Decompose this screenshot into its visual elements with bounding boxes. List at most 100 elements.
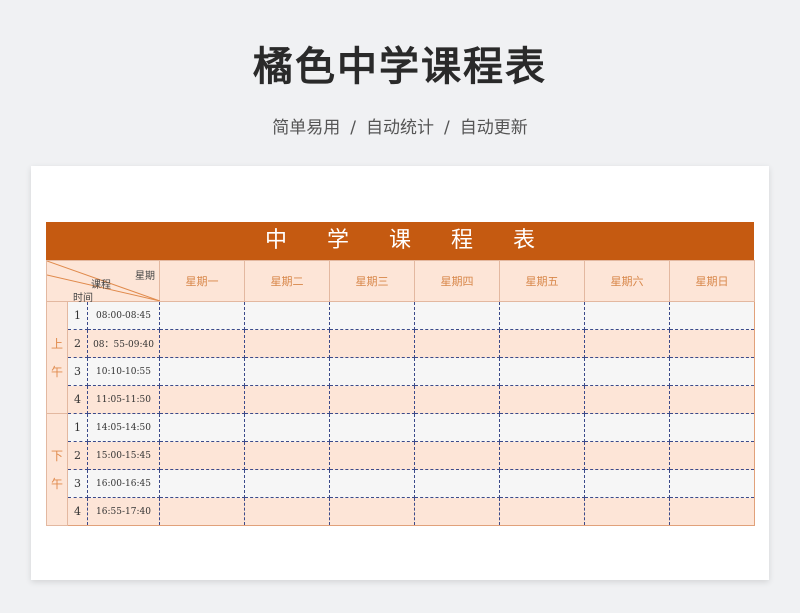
page-title: 橘色中学课程表 [253, 44, 547, 90]
course-cell[interactable] [244, 329, 331, 358]
course-cell[interactable] [159, 497, 246, 526]
slot-number: 3 [67, 469, 88, 498]
course-cell[interactable] [329, 357, 416, 386]
slot-time: 08：55-09:40 [86, 329, 161, 358]
course-cell[interactable] [669, 469, 756, 498]
course-cell[interactable] [414, 329, 501, 358]
day-header: 星期五 [499, 260, 586, 302]
slot-time: 16:00-16:45 [86, 469, 161, 498]
table-row: 2 15:00-15:45 [47, 441, 756, 470]
course-cell[interactable] [329, 301, 416, 330]
course-cell[interactable] [499, 385, 586, 414]
course-cell[interactable] [329, 329, 416, 358]
table-row: 2 08：55-09:40 [47, 329, 756, 358]
course-cell[interactable] [414, 497, 501, 526]
course-cell[interactable] [244, 357, 331, 386]
table-row: 3 10:10-10:55 [47, 357, 756, 386]
course-cell[interactable] [584, 441, 671, 470]
slot-number: 1 [67, 301, 88, 330]
separator: / [444, 118, 450, 138]
course-cell[interactable] [159, 441, 246, 470]
timetable: 中学课程表 星期 课程 时间 星期一 星期二 星期三 星期四 星期五 星期六 星… [45, 222, 756, 526]
course-cell[interactable] [159, 301, 246, 330]
table-row: 下 午 1 14:05-14:50 [46, 413, 756, 526]
course-cell[interactable] [414, 469, 501, 498]
course-cell[interactable] [414, 357, 501, 386]
course-cell[interactable] [159, 329, 246, 358]
period-char: 午 [50, 476, 63, 491]
course-cell[interactable] [244, 413, 331, 442]
course-cell[interactable] [329, 441, 416, 470]
course-cell[interactable] [669, 357, 756, 386]
course-cell[interactable] [159, 385, 246, 414]
course-cell[interactable] [499, 413, 586, 442]
slot-time: 15:00-15:45 [86, 441, 161, 470]
course-cell[interactable] [584, 385, 671, 414]
slot-time: 08:00-08:45 [86, 301, 161, 330]
course-cell[interactable] [669, 301, 756, 330]
course-cell[interactable] [414, 441, 501, 470]
corner-label-time: 时间 [73, 293, 93, 304]
feature-item: 自动统计 [366, 118, 434, 138]
day-header: 星期二 [244, 260, 331, 302]
course-cell[interactable] [584, 413, 671, 442]
timetable-banner: 中学课程表 [46, 222, 754, 260]
slot-number: 3 [67, 357, 88, 386]
course-cell[interactable] [329, 469, 416, 498]
table-row: 3 16:00-16:45 [47, 469, 756, 498]
course-cell[interactable] [159, 413, 246, 442]
slot-number: 2 [67, 329, 88, 358]
course-cell[interactable] [244, 441, 331, 470]
course-cell[interactable] [499, 497, 586, 526]
course-cell[interactable] [669, 385, 756, 414]
period-char: 下 [50, 448, 63, 463]
course-cell[interactable] [244, 469, 331, 498]
feature-item: 简单易用 [272, 118, 341, 138]
table-row: 4 16:55-17:40 [47, 497, 756, 526]
period-char: 上 [50, 336, 63, 351]
table-row: 4 11:05-11:50 [47, 385, 756, 414]
course-cell[interactable] [329, 497, 416, 526]
course-cell[interactable] [329, 413, 416, 442]
course-cell[interactable] [159, 357, 246, 386]
course-cell[interactable] [244, 497, 331, 526]
table-row: 上 午 1 08:00-08:45 [46, 301, 756, 414]
course-cell[interactable] [499, 357, 586, 386]
course-cell[interactable] [414, 413, 501, 442]
course-cell[interactable] [584, 329, 671, 358]
course-cell[interactable] [499, 469, 586, 498]
course-cell[interactable] [499, 441, 586, 470]
feature-line: 简单易用 / 自动统计 / 自动更新 [0, 113, 800, 138]
corner-label-course: 课程 [91, 280, 111, 291]
separator: / [350, 118, 356, 138]
course-cell[interactable] [244, 385, 331, 414]
period-char: 午 [50, 364, 63, 379]
timetable-grid: 星期 课程 时间 星期一 星期二 星期三 星期四 星期五 星期六 星期日 上 午… [45, 260, 756, 526]
course-cell[interactable] [584, 497, 671, 526]
course-cell[interactable] [584, 301, 671, 330]
course-cell[interactable] [584, 469, 671, 498]
corner-label-weekday: 星期 [135, 271, 156, 282]
slot-number: 2 [67, 441, 88, 470]
course-cell[interactable] [244, 301, 331, 330]
course-cell[interactable] [584, 357, 671, 386]
course-cell[interactable] [329, 385, 416, 414]
day-header: 星期四 [414, 260, 501, 302]
slot-time: 10:10-10:55 [86, 357, 161, 386]
course-cell[interactable] [414, 301, 501, 330]
slot-number: 4 [67, 497, 88, 526]
slot-number: 1 [67, 413, 88, 442]
course-cell[interactable] [669, 497, 756, 526]
day-header: 星期三 [329, 260, 416, 302]
course-cell[interactable] [669, 413, 756, 442]
day-header: 星期六 [584, 260, 671, 302]
feature-item: 自动更新 [459, 118, 528, 138]
course-cell[interactable] [669, 441, 756, 470]
course-cell[interactable] [159, 469, 246, 498]
course-cell[interactable] [499, 329, 586, 358]
slot-time: 14:05-14:50 [86, 413, 161, 442]
course-cell[interactable] [414, 385, 501, 414]
course-cell[interactable] [499, 301, 586, 330]
course-cell[interactable] [669, 329, 756, 358]
period-label-morning: 上 午 [46, 301, 68, 414]
